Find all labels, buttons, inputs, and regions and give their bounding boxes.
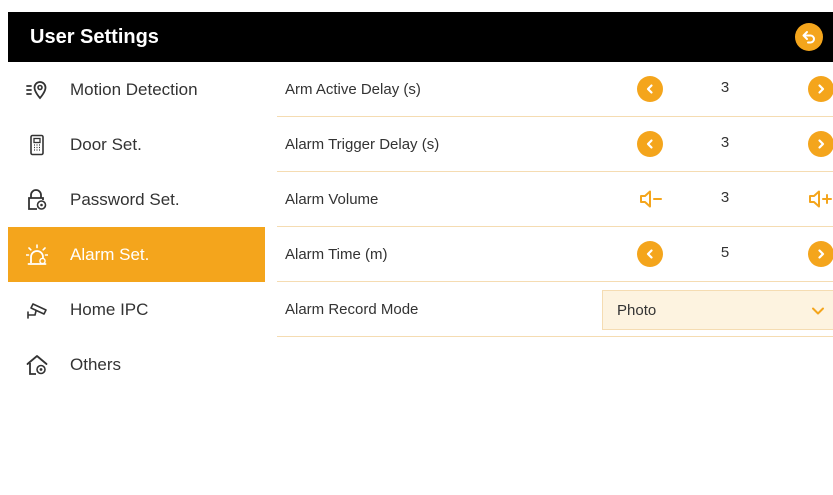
setting-label: Alarm Time (m) [285, 245, 388, 263]
setting-value: 3 [720, 79, 730, 96]
increase-button[interactable] [808, 131, 833, 157]
setting-row-alarm-time: Alarm Time (m) 5 [277, 227, 833, 282]
setting-value: 5 [720, 244, 730, 261]
door-phone-icon [26, 134, 48, 156]
setting-label: Alarm Volume [285, 190, 379, 208]
sidebar-item-label: Home IPC [70, 299, 149, 319]
setting-label: Alarm Trigger Delay (s) [285, 135, 440, 153]
chevron-right-icon [818, 249, 825, 259]
setting-row-alarm-trigger-delay: Alarm Trigger Delay (s) 3 [277, 117, 833, 172]
decrease-button[interactable] [637, 131, 663, 157]
sidebar-item-label: Others [70, 354, 122, 374]
setting-label: Alarm Record Mode [285, 300, 419, 318]
alarm-light-icon [26, 243, 48, 266]
page-title: User Settings [30, 25, 159, 48]
app-frame: User Settings Motion Detection Door Set.… [8, 0, 833, 495]
lock-settings-icon [26, 188, 48, 211]
volume-down-button[interactable] [637, 186, 663, 212]
sidebar-item-others[interactable]: Others [8, 337, 265, 392]
chevron-left-icon [646, 249, 653, 259]
record-mode-select[interactable]: Photo [602, 290, 833, 330]
setting-label: Arm Active Delay (s) [285, 80, 421, 98]
setting-value: 3 [720, 189, 730, 206]
sidebar-item-label: Door Set. [70, 134, 142, 154]
sidebar-item-label: Motion Detection [70, 79, 198, 99]
setting-value: 3 [720, 134, 730, 151]
decrease-button[interactable] [637, 241, 663, 267]
decrease-button[interactable] [637, 76, 663, 102]
volume-up-button[interactable] [808, 186, 833, 212]
back-arrow-icon [802, 31, 815, 44]
select-value: Photo [617, 301, 657, 319]
chevron-right-icon [818, 84, 825, 94]
setting-row-alarm-record-mode: Alarm Record Mode Photo [277, 282, 833, 337]
chevron-left-icon [646, 84, 653, 94]
setting-row-alarm-volume: Alarm Volume 3 [277, 172, 833, 227]
title-bar: User Settings [8, 12, 833, 62]
back-button[interactable] [795, 23, 823, 51]
home-settings-icon [26, 354, 48, 376]
chevron-left-icon [646, 139, 653, 149]
settings-panel: Arm Active Delay (s) 3 Alarm Trigger Del… [277, 62, 833, 337]
chevron-right-icon [818, 139, 825, 149]
cctv-camera-icon [26, 299, 48, 321]
sidebar: Motion Detection Door Set. Password Set.… [8, 62, 265, 495]
increase-button[interactable] [808, 76, 833, 102]
setting-row-arm-active-delay: Arm Active Delay (s) 3 [277, 62, 833, 117]
increase-button[interactable] [808, 241, 833, 267]
chevron-down-icon [812, 307, 824, 315]
sidebar-item-alarm-set[interactable]: Alarm Set. [8, 227, 265, 282]
motion-sensor-icon [26, 79, 48, 101]
sidebar-item-door-set[interactable]: Door Set. [8, 117, 265, 172]
sidebar-item-motion-detection[interactable]: Motion Detection [8, 62, 265, 117]
volume-down-icon [640, 190, 662, 208]
sidebar-item-password-set[interactable]: Password Set. [8, 172, 265, 227]
sidebar-item-label: Alarm Set. [70, 244, 150, 264]
sidebar-item-label: Password Set. [70, 189, 180, 209]
sidebar-item-home-ipc[interactable]: Home IPC [8, 282, 265, 337]
volume-up-icon [809, 190, 832, 208]
